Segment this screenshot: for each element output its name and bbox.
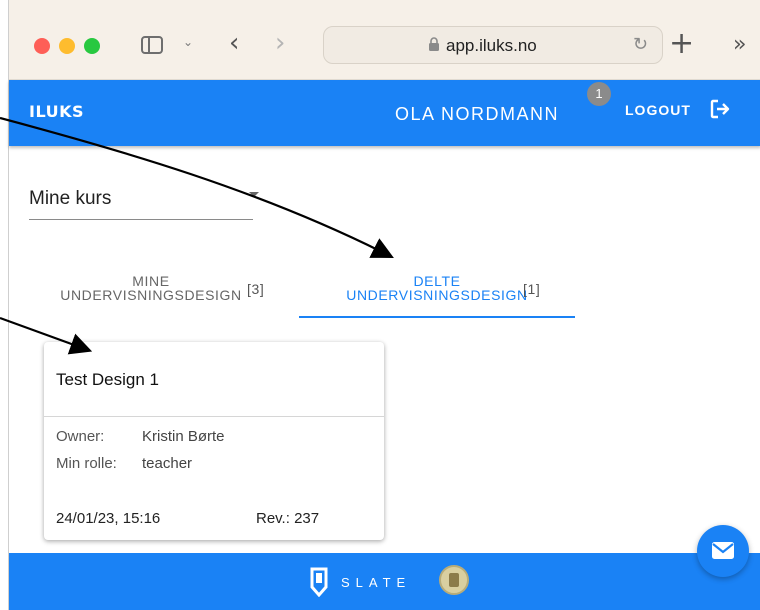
app-footer: SLATE: [9, 553, 760, 610]
browser-toolbar: ⌄ ‹ › app.iluks.no ↻ + »: [9, 0, 760, 80]
course-select[interactable]: Mine kurs: [29, 184, 259, 220]
card-owner-row: Owner: Kristin Børte: [56, 428, 225, 445]
back-button[interactable]: ‹: [229, 28, 239, 58]
minimize-window-button[interactable]: [59, 38, 75, 54]
card-date: 24/01/23, 15:16: [56, 510, 161, 527]
dropdown-arrow-icon: [249, 192, 259, 197]
url-text: app.iluks.no: [446, 36, 537, 55]
more-tabs-icon[interactable]: »: [733, 32, 746, 57]
logout-icon[interactable]: [709, 98, 731, 120]
notification-badge: 1: [587, 82, 611, 106]
owner-label: Owner:: [56, 428, 105, 445]
chevron-down-icon[interactable]: ⌄: [183, 35, 193, 49]
app-header: ILUKS OLA NORDMANN 1 LOGOUT: [9, 80, 760, 146]
reload-icon[interactable]: ↻: [633, 34, 648, 55]
slate-brand-text: SLATE: [341, 575, 412, 590]
browser-window: ⌄ ‹ › app.iluks.no ↻ + » ILUKS OLA NORDM…: [8, 0, 760, 610]
app-logo[interactable]: ILUKS: [29, 102, 84, 121]
course-select-value: Mine kurs: [29, 188, 112, 209]
design-card-title[interactable]: Test Design 1: [56, 370, 159, 390]
design-card[interactable]: Test Design 1 Owner: Kristin Børte Min ro…: [44, 342, 384, 540]
logout-button[interactable]: LOGOUT: [625, 102, 691, 118]
tab-shared-count: [1]: [523, 281, 541, 297]
mail-button[interactable]: [697, 525, 749, 577]
lock-icon: [428, 37, 440, 54]
card-revision: Rev.: 237: [256, 510, 320, 527]
card-role-row: Min rolle: teacher: [56, 455, 192, 472]
owner-value: Kristin Børte: [142, 428, 225, 445]
address-bar[interactable]: app.iluks.no ↻: [323, 26, 663, 64]
tab-shared-designs[interactable]: DELTE UNDERVISNINGSDESIGN [1]: [297, 274, 577, 302]
slate-logo-icon: [309, 567, 329, 598]
tab-mine-count: [3]: [247, 281, 265, 297]
role-value: teacher: [142, 455, 193, 472]
active-tab-indicator: [299, 316, 575, 318]
tab-mine-designs[interactable]: MINE UNDERVISNINGSDESIGN [3]: [11, 274, 291, 302]
role-label: Min rolle:: [56, 455, 117, 472]
university-seal-icon: [439, 565, 469, 595]
user-name[interactable]: OLA NORDMANN: [395, 104, 559, 125]
sidebar-toggle-icon[interactable]: [141, 36, 163, 54]
card-divider: [44, 416, 384, 417]
new-tab-button[interactable]: +: [669, 26, 694, 61]
forward-button[interactable]: ›: [275, 28, 285, 58]
zoom-window-button[interactable]: [84, 38, 100, 54]
mail-icon: [712, 542, 734, 559]
close-window-button[interactable]: [34, 38, 50, 54]
